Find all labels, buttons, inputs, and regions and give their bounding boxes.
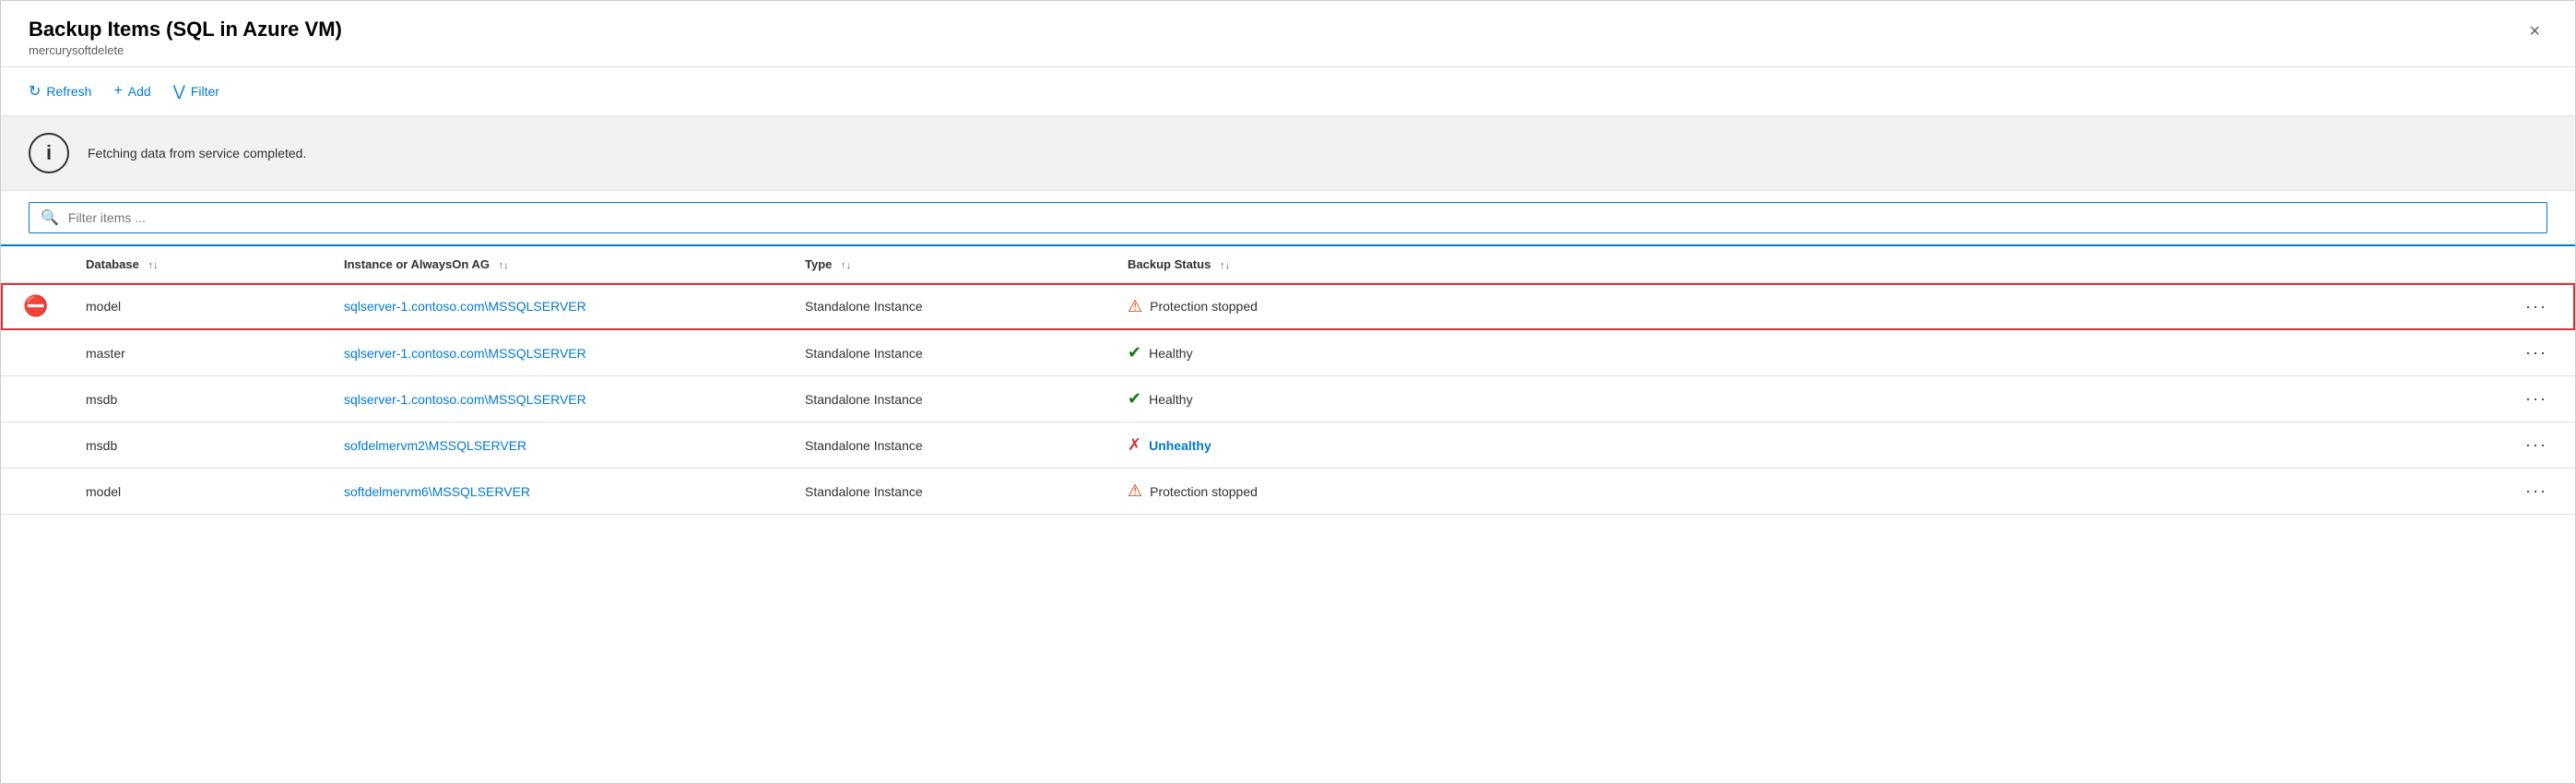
- warning-icon: ⚠: [1128, 297, 1142, 316]
- status-label: Healthy: [1149, 346, 1192, 361]
- filter-input-wrap[interactable]: 🔍: [29, 202, 2547, 233]
- row-icon-cell: [1, 376, 71, 422]
- info-icon: i: [29, 133, 69, 173]
- type-cell: Standalone Instance: [790, 422, 1113, 469]
- type-cell: Standalone Instance: [790, 330, 1113, 376]
- status-wrap: ✗ Unhealthy: [1128, 435, 1485, 455]
- status-label: Protection stopped: [1150, 484, 1258, 499]
- database-name-cell: msdb: [71, 376, 329, 422]
- filter-input[interactable]: [68, 210, 2465, 225]
- refresh-button[interactable]: ↻ Refresh: [29, 78, 91, 104]
- type-cell: Standalone Instance: [790, 283, 1113, 330]
- instance-link[interactable]: sofdelmervm2\MSSQLSERVER: [344, 438, 526, 453]
- title-section: Backup Items (SQL in Azure VM) mercuryso…: [29, 18, 342, 57]
- filter-bar: 🔍: [1, 191, 2575, 246]
- info-banner: i Fetching data from service completed.: [1, 116, 2575, 191]
- col-type-header[interactable]: Type ↑↓: [790, 246, 1113, 283]
- actions-cell[interactable]: ···: [1500, 376, 2575, 422]
- table-row[interactable]: ⛔ model sqlserver-1.contoso.com\MSSQLSERVE…: [1, 283, 2575, 330]
- col-icon-header: [1, 246, 71, 283]
- status-label: Healthy: [1149, 392, 1192, 407]
- instance-cell[interactable]: sofdelmervm2\MSSQLSERVER: [329, 422, 790, 469]
- row-icon-cell: ⛔: [1, 283, 71, 330]
- backup-status-cell: ✗ Unhealthy: [1113, 422, 1500, 469]
- status-label: Protection stopped: [1150, 299, 1258, 314]
- filter-button[interactable]: ⋁ Filter: [173, 78, 219, 104]
- row-icon-cell: [1, 422, 71, 469]
- table-row[interactable]: model softdelmervm6\MSSQLSERVER Standalone…: [1, 469, 2575, 515]
- table-row[interactable]: msdb sqlserver-1.contoso.com\MSSQLSERVER S…: [1, 376, 2575, 422]
- refresh-icon: ↻: [29, 82, 41, 101]
- title-bar: Backup Items (SQL in Azure VM) mercuryso…: [1, 1, 2575, 67]
- sort-instance-icon[interactable]: ↑↓: [499, 260, 509, 271]
- instance-link[interactable]: softdelmervm6\MSSQLSERVER: [344, 484, 530, 499]
- add-icon: +: [113, 83, 122, 100]
- table-body: ⛔ model sqlserver-1.contoso.com\MSSQLSERVE…: [1, 283, 2575, 515]
- status-wrap: ⚠ Protection stopped: [1128, 481, 1485, 501]
- warning-icon: ⚠: [1128, 481, 1142, 501]
- refresh-label: Refresh: [46, 84, 91, 99]
- table-container: Database ↑↓ Instance or AlwaysOn AG ↑↓ T…: [1, 246, 2575, 515]
- add-button[interactable]: + Add: [113, 79, 150, 103]
- actions-cell[interactable]: ···: [1500, 330, 2575, 376]
- row-icon-cell: [1, 330, 71, 376]
- table-header: Database ↑↓ Instance or AlwaysOn AG ↑↓ T…: [1, 246, 2575, 283]
- col-status-header[interactable]: Backup Status ↑↓: [1113, 246, 1500, 283]
- actions-cell[interactable]: ···: [1500, 422, 2575, 469]
- col-actions-header: [1500, 246, 2575, 283]
- sort-database-icon[interactable]: ↑↓: [148, 260, 158, 271]
- healthy-icon: ✔: [1128, 343, 1141, 362]
- toolbar: ↻ Refresh + Add ⋁ Filter: [1, 67, 2575, 116]
- backup-status-cell: ⚠ Protection stopped: [1113, 469, 1500, 515]
- actions-cell[interactable]: ···: [1500, 469, 2575, 515]
- healthy-icon: ✔: [1128, 389, 1141, 409]
- more-actions-button[interactable]: ···: [2525, 343, 2547, 362]
- more-actions-button[interactable]: ···: [2525, 389, 2547, 408]
- error-icon: ✗: [1128, 435, 1141, 455]
- add-label: Add: [128, 84, 151, 99]
- instance-link[interactable]: sqlserver-1.contoso.com\MSSQLSERVER: [344, 299, 586, 314]
- search-icon: 🔍: [41, 208, 59, 227]
- database-name-cell: master: [71, 330, 329, 376]
- banner-message: Fetching data from service completed.: [88, 146, 306, 160]
- sort-status-icon[interactable]: ↑↓: [1220, 260, 1230, 271]
- instance-cell[interactable]: sqlserver-1.contoso.com\MSSQLSERVER: [329, 376, 790, 422]
- close-button[interactable]: ×: [2522, 18, 2547, 46]
- instance-link[interactable]: sqlserver-1.contoso.com\MSSQLSERVER: [344, 346, 586, 361]
- instance-cell[interactable]: sqlserver-1.contoso.com\MSSQLSERVER: [329, 283, 790, 330]
- table-row[interactable]: master sqlserver-1.contoso.com\MSSQLSERVE…: [1, 330, 2575, 376]
- instance-cell[interactable]: sqlserver-1.contoso.com\MSSQLSERVER: [329, 330, 790, 376]
- backup-status-cell: ⚠ Protection stopped: [1113, 283, 1500, 330]
- type-cell: Standalone Instance: [790, 376, 1113, 422]
- status-label: Unhealthy: [1149, 438, 1211, 453]
- filter-label: Filter: [191, 84, 219, 99]
- col-database-header[interactable]: Database ↑↓: [71, 246, 329, 283]
- subtitle: mercurysoftdelete: [29, 43, 342, 57]
- filter-icon: ⋁: [173, 82, 185, 101]
- backup-status-cell: ✔ Healthy: [1113, 330, 1500, 376]
- backup-status-cell: ✔ Healthy: [1113, 376, 1500, 422]
- backup-items-table: Database ↑↓ Instance or AlwaysOn AG ↑↓ T…: [1, 246, 2575, 515]
- instance-cell[interactable]: softdelmervm6\MSSQLSERVER: [329, 469, 790, 515]
- more-actions-button[interactable]: ···: [2525, 297, 2547, 315]
- stop-protection-icon: ⛔: [23, 296, 48, 316]
- instance-link[interactable]: sqlserver-1.contoso.com\MSSQLSERVER: [344, 392, 586, 407]
- row-icon-cell: [1, 469, 71, 515]
- sort-type-icon[interactable]: ↑↓: [841, 260, 851, 271]
- more-actions-button[interactable]: ···: [2525, 481, 2547, 500]
- status-wrap: ✔ Healthy: [1128, 389, 1485, 409]
- status-wrap: ⚠ Protection stopped: [1128, 297, 1485, 316]
- page-title: Backup Items (SQL in Azure VM): [29, 18, 342, 42]
- database-name-cell: model: [71, 283, 329, 330]
- col-instance-header[interactable]: Instance or AlwaysOn AG ↑↓: [329, 246, 790, 283]
- database-name-cell: msdb: [71, 422, 329, 469]
- database-name-cell: model: [71, 469, 329, 515]
- more-actions-button[interactable]: ···: [2525, 435, 2547, 454]
- status-wrap: ✔ Healthy: [1128, 343, 1485, 362]
- type-cell: Standalone Instance: [790, 469, 1113, 515]
- actions-cell[interactable]: ···: [1500, 283, 2575, 330]
- table-row[interactable]: msdb sofdelmervm2\MSSQLSERVER Standalone I…: [1, 422, 2575, 469]
